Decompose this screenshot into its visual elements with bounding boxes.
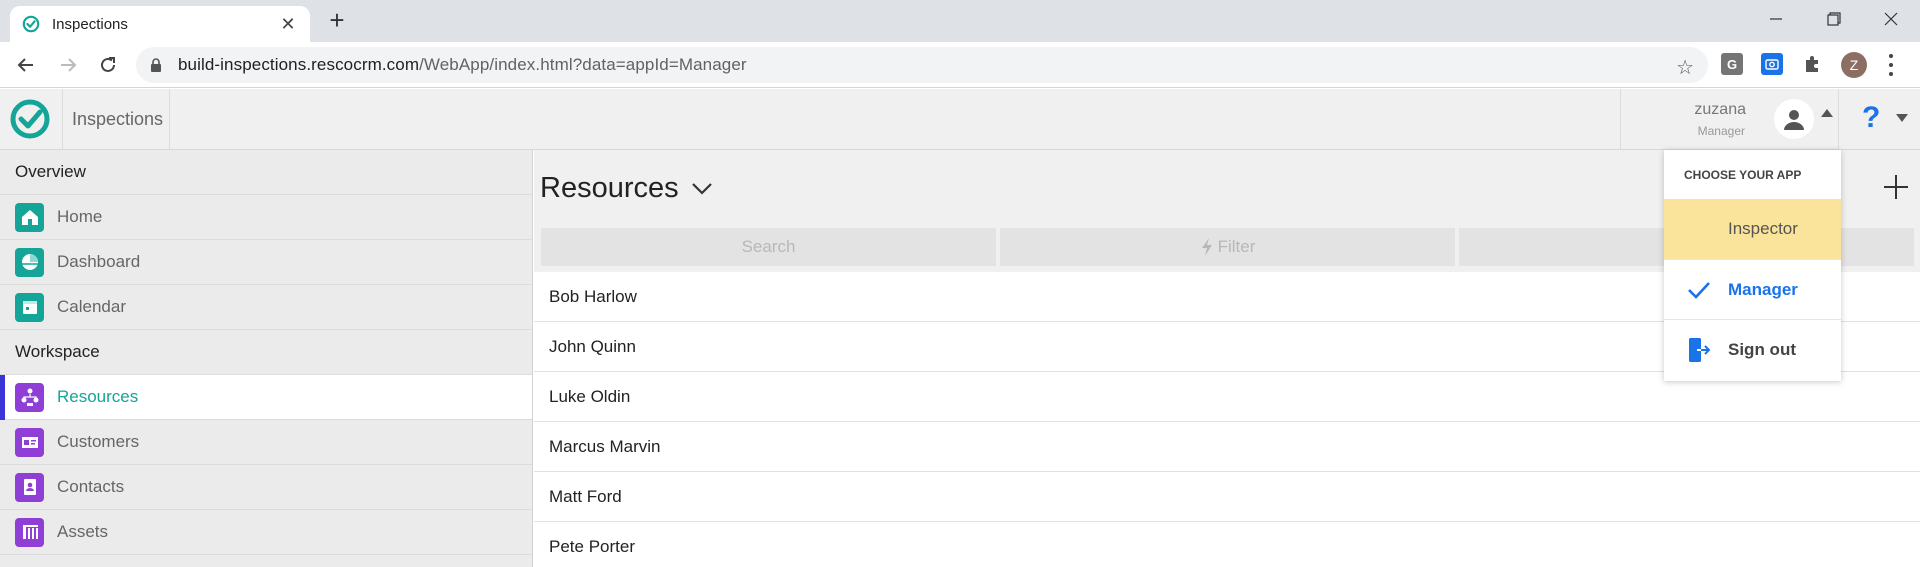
list-item[interactable]: Pete Porter bbox=[534, 522, 1920, 567]
sidebar-section-workspace: Workspace bbox=[0, 330, 532, 375]
calendar-icon bbox=[15, 292, 44, 322]
sidebar-item-label: Assets bbox=[57, 522, 109, 541]
app-name: Inspections bbox=[62, 89, 170, 149]
caret-down-icon[interactable] bbox=[1896, 114, 1908, 122]
app-header: Inspections zuzana Manager ? bbox=[0, 89, 1920, 150]
tab-close-icon[interactable]: ✕ bbox=[278, 14, 298, 34]
contacts-icon bbox=[15, 472, 44, 502]
extension-g-icon[interactable]: G bbox=[1721, 53, 1743, 75]
sidebar-item-assets[interactable]: Assets bbox=[0, 510, 532, 555]
url-text: build-inspections.rescocrm.com/WebApp/in… bbox=[178, 55, 747, 75]
sidebar-item-home[interactable]: Home bbox=[0, 195, 532, 240]
sidebar-item-label: Contacts bbox=[57, 477, 125, 496]
minimize-icon[interactable] bbox=[1749, 0, 1803, 38]
sidebar-item-label: Dashboard bbox=[57, 252, 141, 271]
browser-tab[interactable]: Inspections ✕ bbox=[10, 6, 310, 42]
page-title: Resources bbox=[540, 172, 679, 204]
resources-icon bbox=[15, 382, 44, 412]
user-avatar-icon[interactable] bbox=[1774, 99, 1814, 139]
url-path: /WebApp/index.html?data=appId=Manager bbox=[419, 55, 747, 74]
sidebar-item-label: Customers bbox=[57, 432, 140, 451]
home-icon bbox=[15, 202, 44, 232]
caret-up-icon bbox=[1821, 109, 1833, 117]
sidebar-section-overview: Overview bbox=[0, 150, 532, 195]
filter-button[interactable]: Filter bbox=[1000, 228, 1455, 266]
tab-title: Inspections bbox=[52, 15, 128, 33]
close-window-icon[interactable] bbox=[1864, 0, 1918, 38]
sidebar-item-label: Calendar bbox=[57, 297, 126, 316]
app-chooser-menu: CHOOSE YOUR APP Inspector Manager Sign o… bbox=[1664, 150, 1841, 381]
reload-icon[interactable] bbox=[94, 51, 122, 79]
menu-item-sign-out[interactable]: Sign out bbox=[1664, 319, 1841, 379]
forward-icon[interactable] bbox=[54, 51, 82, 79]
app-logo-icon[interactable] bbox=[9, 98, 51, 140]
browser-tabstrip: Inspections ✕ + bbox=[0, 0, 1920, 42]
menu-heading: CHOOSE YOUR APP bbox=[1684, 167, 1802, 182]
lock-icon bbox=[151, 58, 161, 72]
chevron-down-icon[interactable] bbox=[691, 182, 713, 196]
filter-label: Filter bbox=[1217, 237, 1256, 256]
list-item[interactable]: Marcus Marvin bbox=[534, 422, 1920, 472]
restore-icon[interactable] bbox=[1807, 0, 1861, 38]
url-host: build-inspections.rescocrm.com bbox=[178, 55, 420, 74]
address-bar[interactable]: build-inspections.rescocrm.com/WebApp/in… bbox=[136, 47, 1708, 83]
sidebar-item-customers[interactable]: Customers bbox=[0, 420, 532, 465]
lightning-icon bbox=[1201, 238, 1212, 256]
customers-icon bbox=[15, 427, 44, 457]
sign-out-icon bbox=[1686, 337, 1712, 363]
user-name: zuzana bbox=[1694, 101, 1746, 118]
menu-item-manager[interactable]: Manager bbox=[1664, 259, 1841, 319]
menu-item-label: Inspector bbox=[1728, 219, 1798, 238]
sidebar-item-contacts[interactable]: Contacts bbox=[0, 465, 532, 510]
list-item[interactable]: Matt Ford bbox=[534, 472, 1920, 522]
search-input[interactable]: Search bbox=[541, 228, 996, 266]
back-icon[interactable] bbox=[12, 51, 40, 79]
bookmark-star-icon[interactable]: ☆ bbox=[1676, 55, 1694, 80]
sidebar: Overview Home Dashboard Calendar Workspa… bbox=[0, 150, 533, 567]
dashboard-icon bbox=[15, 247, 44, 277]
user-menu-toggle[interactable]: zuzana Manager bbox=[1620, 89, 1839, 149]
profile-avatar[interactable]: Z bbox=[1841, 52, 1867, 78]
browser-toolbar: build-inspections.rescocrm.com/WebApp/in… bbox=[0, 42, 1920, 88]
app-favicon-icon bbox=[22, 15, 40, 33]
new-tab-button[interactable]: + bbox=[325, 7, 349, 33]
sidebar-item-label: Resources bbox=[57, 387, 139, 406]
add-icon[interactable] bbox=[1881, 172, 1911, 202]
sidebar-item-resources[interactable]: Resources bbox=[0, 375, 532, 420]
menu-item-label: Sign out bbox=[1728, 339, 1796, 359]
assets-icon bbox=[15, 517, 44, 547]
browser-menu-icon[interactable] bbox=[1888, 54, 1894, 76]
sidebar-item-dashboard[interactable]: Dashboard bbox=[0, 240, 532, 285]
user-role: Manager bbox=[1697, 124, 1745, 138]
sidebar-item-calendar[interactable]: Calendar bbox=[0, 285, 532, 330]
help-icon[interactable]: ? bbox=[1862, 101, 1880, 135]
menu-item-label: Manager bbox=[1728, 279, 1798, 299]
extension-camera-icon[interactable] bbox=[1761, 53, 1783, 75]
extensions-puzzle-icon[interactable] bbox=[1801, 53, 1823, 75]
menu-item-inspector[interactable]: Inspector bbox=[1664, 199, 1841, 259]
checkmark-icon bbox=[1686, 277, 1712, 303]
sidebar-item-label: Home bbox=[57, 207, 103, 226]
page-title-selector[interactable]: Resources bbox=[540, 172, 713, 205]
